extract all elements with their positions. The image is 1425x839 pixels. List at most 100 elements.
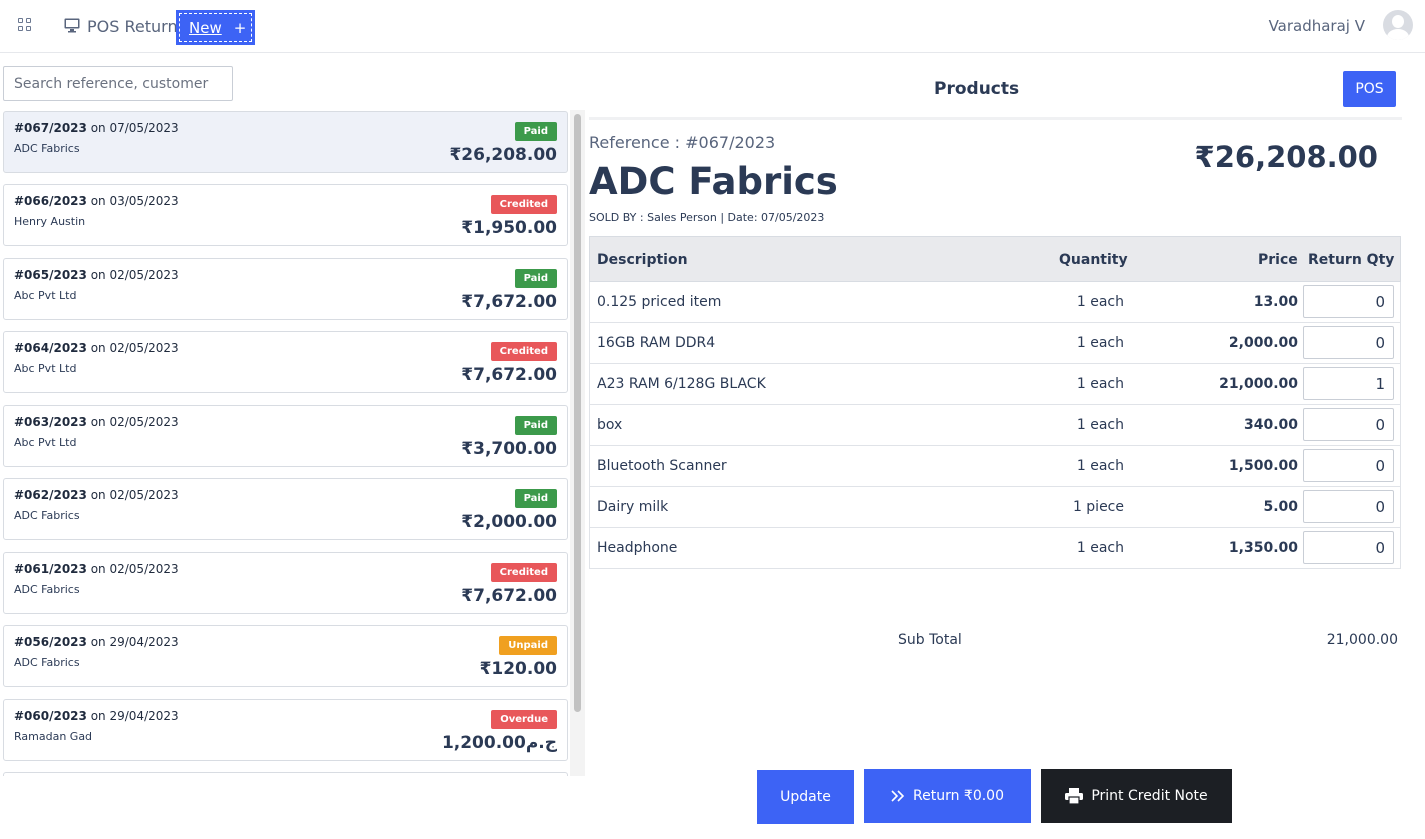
subtotal-label: Sub Total xyxy=(898,632,962,648)
table-row: box 1 each 340.00 xyxy=(589,405,1401,446)
item-description: A23 RAM 6/128G BLACK xyxy=(597,376,766,392)
print-credit-note-button[interactable]: Print Credit Note xyxy=(1041,769,1232,823)
order-amount: ₹7,672.00 xyxy=(461,365,557,385)
status-badge: Credited xyxy=(490,342,557,361)
printer-icon xyxy=(1065,788,1084,804)
products-table: Description Quantity Price Return Qty 0.… xyxy=(589,236,1401,569)
item-price: 340.00 xyxy=(1243,417,1298,433)
item-description: Headphone xyxy=(597,540,678,556)
plus-icon: + xyxy=(233,18,247,37)
return-qty-input[interactable] xyxy=(1303,367,1394,400)
reference-text: Reference : #067/2023 xyxy=(589,133,776,152)
item-quantity: 1 piece xyxy=(1072,499,1124,515)
user-name[interactable]: Varadharaj V xyxy=(1269,17,1365,35)
status-badge: Paid xyxy=(514,416,557,435)
order-card[interactable]: #063/2023 on 02/05/2023 Abc Pvt Ltd Paid ₹3… xyxy=(3,405,568,467)
item-description: Dairy milk xyxy=(597,499,669,515)
order-ref: #067/2023 on 07/05/2023 xyxy=(14,121,179,135)
item-price: 5.00 xyxy=(1263,499,1298,515)
order-card[interactable]: #066/2023 on 03/05/2023 Henry Austin Credi… xyxy=(3,184,568,246)
order-amount: ₹7,672.00 xyxy=(461,292,557,312)
new-return-button[interactable]: New + xyxy=(176,10,255,45)
table-row: Bluetooth Scanner 1 each 1,500.00 xyxy=(589,446,1401,487)
order-customer: ADC Fabrics xyxy=(14,583,80,596)
item-quantity: 1 each xyxy=(1076,417,1124,433)
order-amount: ₹120.00 xyxy=(479,659,557,679)
order-ref: #056/2023 on 29/04/2023 xyxy=(14,635,179,649)
item-price: 1,350.00 xyxy=(1228,540,1298,556)
order-ref: #061/2023 on 02/05/2023 xyxy=(14,562,179,576)
order-ref: #064/2023 on 02/05/2023 xyxy=(14,341,179,355)
pos-button[interactable]: POS xyxy=(1343,71,1396,107)
item-quantity: 1 each xyxy=(1076,376,1124,392)
order-customer: Abc Pvt Ltd xyxy=(14,289,77,302)
app-title: POS Return xyxy=(87,17,178,36)
return-qty-input[interactable] xyxy=(1303,326,1394,359)
order-card[interactable]: #062/2023 on 02/05/2023 ADC Fabrics Paid ₹2… xyxy=(3,478,568,540)
order-ref: #065/2023 on 02/05/2023 xyxy=(14,268,179,282)
divider xyxy=(589,117,1402,120)
update-button[interactable]: Update xyxy=(757,770,854,824)
order-card[interactable]: #065/2023 on 02/05/2023 Abc Pvt Ltd Paid ₹7… xyxy=(3,258,568,320)
table-header: Description Quantity Price Return Qty xyxy=(589,236,1401,282)
return-button[interactable]: Return ₹0.00 xyxy=(864,769,1031,823)
order-list: #067/2023 on 07/05/2023 ADC Fabrics Paid ₹2… xyxy=(0,110,585,776)
monitor-icon xyxy=(64,18,80,33)
return-qty-input[interactable] xyxy=(1303,490,1394,523)
scrollbar-thumb[interactable] xyxy=(574,114,581,712)
status-badge: Paid xyxy=(514,489,557,508)
return-qty-input[interactable] xyxy=(1303,285,1394,318)
item-price: 2,000.00 xyxy=(1228,335,1298,351)
new-button-label: New xyxy=(189,18,222,37)
item-description: Bluetooth Scanner xyxy=(597,458,727,474)
order-ref: #060/2023 on 29/04/2023 xyxy=(14,709,179,723)
return-qty-input[interactable] xyxy=(1303,408,1394,441)
status-badge: Paid xyxy=(514,269,557,288)
double-chevron-right-icon xyxy=(891,790,905,802)
search-input[interactable] xyxy=(3,66,233,101)
return-qty-input[interactable] xyxy=(1303,449,1394,482)
apps-grid-icon[interactable] xyxy=(18,18,32,32)
order-card[interactable] xyxy=(3,772,568,776)
item-description: 0.125 priced item xyxy=(597,294,722,310)
item-price: 21,000.00 xyxy=(1219,376,1298,392)
order-amount: ₹2,000.00 xyxy=(461,512,557,532)
return-label: Return ₹0.00 xyxy=(913,788,1004,804)
item-price: 13.00 xyxy=(1253,294,1298,310)
order-amount: ج.م1,200.00 xyxy=(441,733,557,753)
order-amount: ₹26,208.00 xyxy=(449,145,557,165)
order-customer: ADC Fabrics xyxy=(14,656,80,669)
return-qty-input[interactable] xyxy=(1303,531,1394,564)
sold-by-text: SOLD BY : Sales Person | Date: 07/05/202… xyxy=(589,211,825,224)
order-customer: Henry Austin xyxy=(14,215,86,228)
item-quantity: 1 each xyxy=(1076,335,1124,351)
order-customer: Abc Pvt Ltd xyxy=(14,436,77,449)
order-card[interactable]: #060/2023 on 29/04/2023 Ramadan Gad Overdu… xyxy=(3,699,568,761)
item-quantity: 1 each xyxy=(1076,540,1124,556)
avatar[interactable] xyxy=(1383,10,1413,40)
order-card[interactable]: #056/2023 on 29/04/2023 ADC Fabrics Unpaid… xyxy=(3,625,568,687)
order-customer: Abc Pvt Ltd xyxy=(14,362,77,375)
column-return-qty: Return Qty xyxy=(1308,252,1395,268)
update-label: Update xyxy=(780,789,831,805)
order-card[interactable]: #061/2023 on 02/05/2023 ADC Fabrics Credit… xyxy=(3,552,568,614)
item-description: box xyxy=(597,417,623,433)
order-card[interactable]: #064/2023 on 02/05/2023 Abc Pvt Ltd Credit… xyxy=(3,331,568,393)
top-bar: POS Return New + Varadharaj V xyxy=(0,0,1425,53)
table-body: 0.125 priced item 1 each 13.00 16GB RAM DDR… xyxy=(589,282,1401,569)
order-customer: Ramadan Gad xyxy=(14,730,93,743)
status-badge: Credited xyxy=(490,563,557,582)
table-row: Dairy milk 1 piece 5.00 xyxy=(589,487,1401,528)
order-amount: ₹1,950.00 xyxy=(461,218,557,238)
subtotal-value: 21,000.00 xyxy=(1326,632,1398,648)
status-badge: Overdue xyxy=(491,710,557,729)
order-amount: ₹3,700.00 xyxy=(461,439,557,459)
customer-name: ADC Fabrics xyxy=(589,160,838,203)
order-card[interactable]: #067/2023 on 07/05/2023 ADC Fabrics Paid ₹2… xyxy=(3,111,568,173)
order-ref: #062/2023 on 02/05/2023 xyxy=(14,488,179,502)
products-title: Products xyxy=(934,79,1020,99)
item-quantity: 1 each xyxy=(1076,294,1124,310)
item-quantity: 1 each xyxy=(1076,458,1124,474)
order-ref: #066/2023 on 03/05/2023 xyxy=(14,194,179,208)
status-badge: Credited xyxy=(490,195,557,214)
